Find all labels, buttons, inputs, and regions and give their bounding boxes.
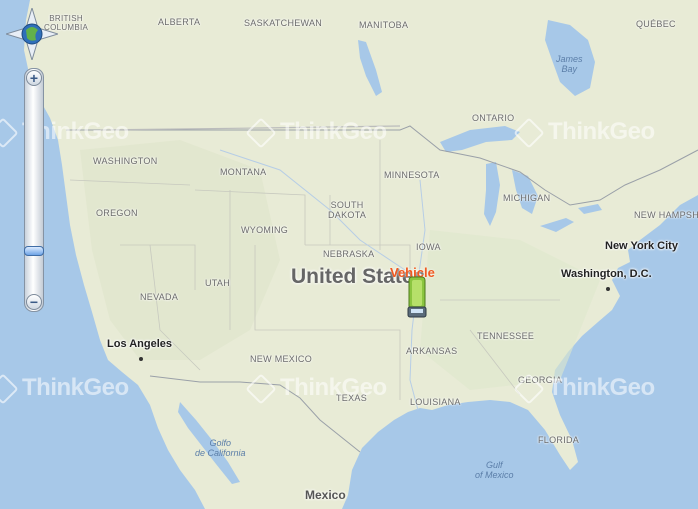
label-iowa: IOWA [416,242,441,252]
city-marker-washington-dc [606,287,610,291]
label-wyoming: WYOMING [241,225,289,235]
thinkgeo-logo-icon [0,117,19,149]
label-louisiana: LOUISIANA [410,397,461,407]
zoom-slider-handle[interactable] [24,246,44,257]
city-label-washington-dc: Washington, D.C. [561,268,652,280]
thinkgeo-logo-icon [0,373,19,405]
label-oregon: OREGON [96,208,138,218]
zoom-slider-track[interactable]: + − [24,68,44,312]
label-gulf-mexico: Gulf of Mexico [475,460,514,480]
label-manitoba: MANITOBA [359,20,409,30]
watermark-thinkgeo: ThinkGeo [0,117,129,149]
label-alberta: ALBERTA [158,17,201,27]
label-florida: FLORIDA [538,435,580,445]
watermark-thinkgeo: ThinkGeo [245,117,387,149]
watermark-thinkgeo: ThinkGeo [513,373,655,405]
zoom-out-button[interactable]: − [26,294,42,310]
label-new-hampshire: NEW HAMPSHI [634,210,698,220]
watermark-thinkgeo: ThinkGeo [245,373,387,405]
label-minnesota: MINNESOTA [384,170,440,180]
label-nebraska: NEBRASKA [323,249,375,259]
thinkgeo-logo-icon [513,373,545,405]
city-label-los-angeles: Los Angeles [107,338,172,350]
label-south-dakota: SOUTH DAKOTA [328,200,367,220]
label-michigan: MICHIGAN [503,193,551,203]
city-label-new-york: New York City [605,240,678,252]
label-quebec: QUÉBEC [636,19,676,29]
label-montana: MONTANA [220,167,267,177]
label-mexico: Mexico [305,488,346,502]
label-saskatchewan: SASKATCHEWAN [244,18,323,28]
label-new-mexico: NEW MEXICO [250,354,313,364]
pan-control[interactable] [6,8,58,60]
thinkgeo-logo-icon [245,117,277,149]
label-golfo-california: Golfo de California [195,438,246,458]
thinkgeo-logo-icon [513,117,545,149]
city-marker-los-angeles [139,357,143,361]
label-washington: WASHINGTON [93,156,158,166]
vehicle-icon[interactable] [406,276,428,318]
watermark-thinkgeo: ThinkGeo [513,117,655,149]
thinkgeo-logo-icon [245,373,277,405]
label-james-bay: James Bay [556,54,583,74]
label-tennessee: TENNESSEE [477,331,535,341]
label-nevada: NEVADA [140,292,179,302]
watermark-thinkgeo: ThinkGeo [0,373,129,405]
label-arkansas: ARKANSAS [406,346,458,356]
label-ontario: ONTARIO [472,113,515,123]
zoom-in-button[interactable]: + [26,70,42,86]
label-utah: UTAH [205,278,231,288]
